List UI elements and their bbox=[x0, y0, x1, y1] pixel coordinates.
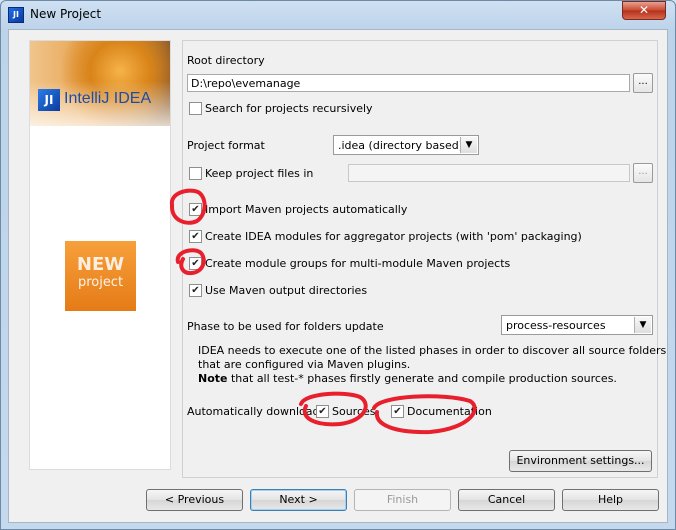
annotation-circle-import-maven bbox=[169, 188, 207, 225]
annotation-circle-create-groups bbox=[175, 248, 206, 276]
red-annotation-overlay bbox=[169, 188, 477, 435]
annotation-circle-sources bbox=[299, 391, 368, 427]
annotation-circle-documentation bbox=[372, 394, 477, 435]
